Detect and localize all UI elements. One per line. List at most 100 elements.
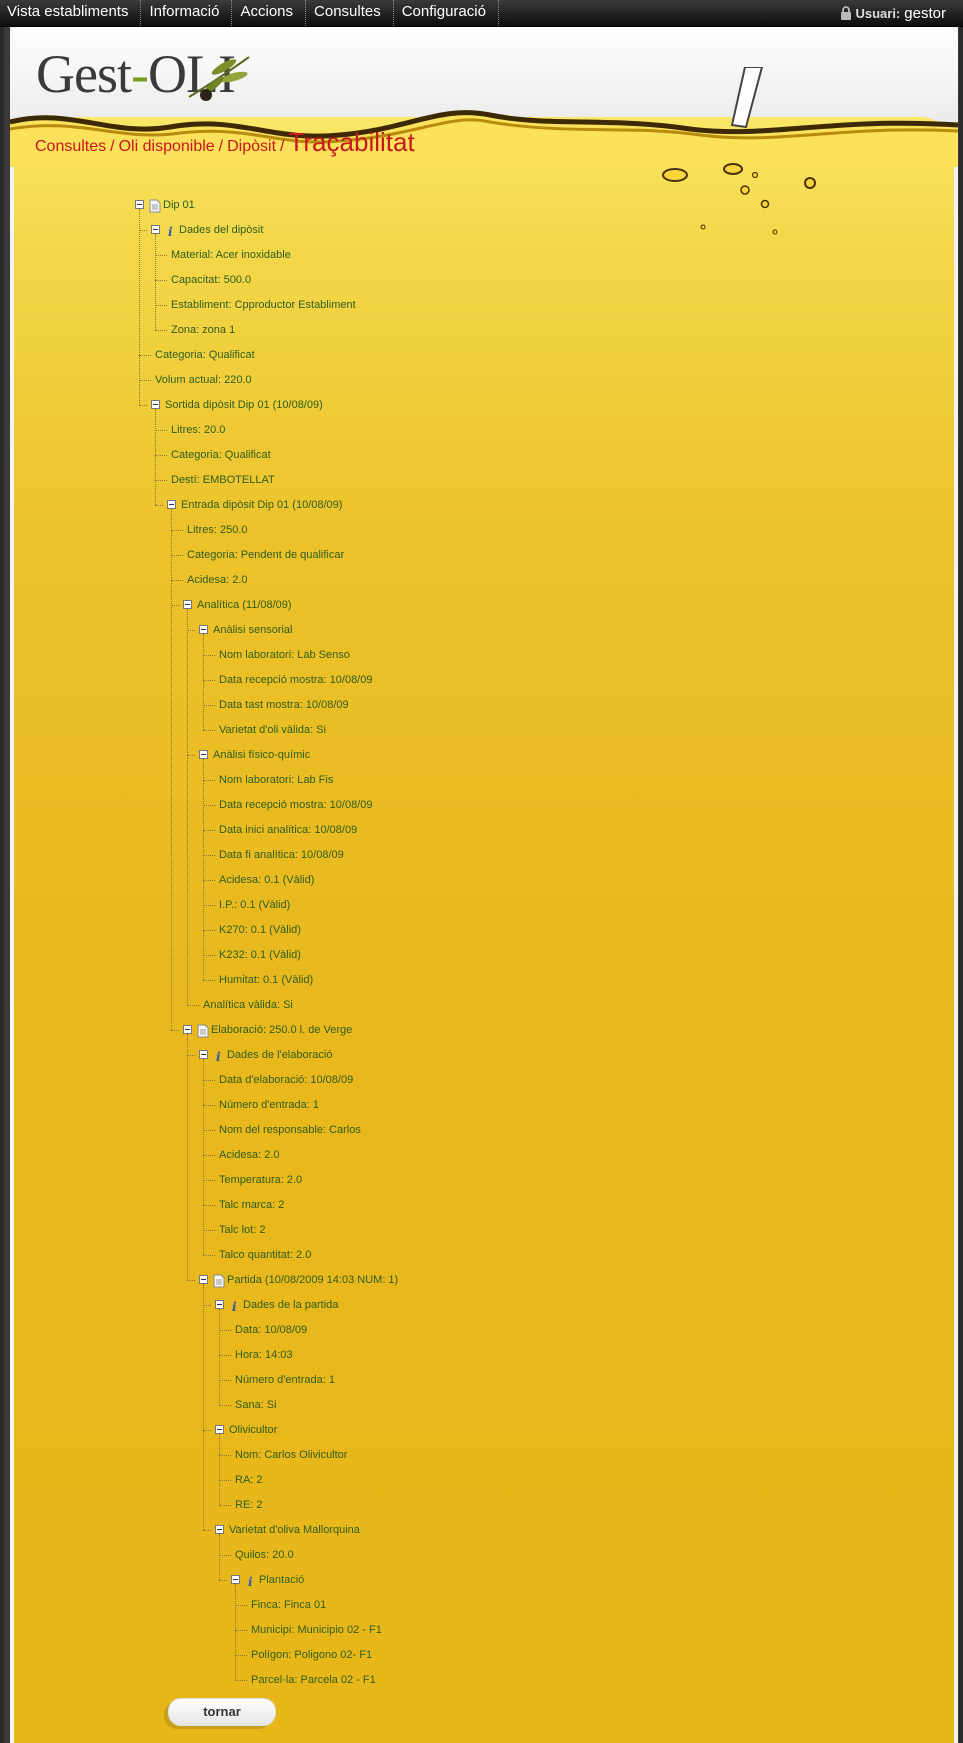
tree-connector [203, 955, 215, 956]
back-button[interactable]: tornar [168, 1698, 276, 1726]
tree-connector [219, 1405, 231, 1406]
menu-item-consultes[interactable]: Consultes [306, 0, 394, 26]
tree-connector [219, 1309, 220, 1405]
tree-connector [219, 1480, 231, 1481]
tree-connector [155, 255, 167, 256]
tree-leaf-node: Varietat d'oli vàlida: Si [219, 724, 327, 736]
user-label: Usuari: [855, 5, 901, 21]
menu-item-vista-establiments[interactable]: Vista establiments [0, 0, 142, 26]
tree-branch-node[interactable]: Entrada dipòsit Dip 01 (10/08/09) [181, 497, 342, 513]
menu-item-accions[interactable]: Accions [232, 0, 307, 26]
tree-leaf-node: Destí: EMBOTELLAT [171, 474, 275, 486]
tree-branch-node[interactable]: Plantació [259, 1572, 304, 1588]
collapse-toggle-icon[interactable] [199, 625, 208, 634]
tree-leaf-node: Talc marca: 2 [219, 1199, 285, 1211]
tree-leaf-node: Capacitat: 500.0 [171, 274, 252, 286]
tree-connector [235, 1584, 236, 1680]
tree-branch-node[interactable]: Olivicultor [229, 1422, 277, 1438]
collapse-toggle-icon[interactable] [199, 1050, 208, 1059]
tree-leaf-node: Humitat: 0.1 (Vàlid) [219, 974, 314, 986]
tree-leaf-node: Nom laboratori: Lab Fis [219, 774, 334, 786]
tree-connector [187, 1280, 195, 1281]
tree-connector [219, 1534, 220, 1580]
tree-connector [203, 1180, 215, 1181]
collapse-toggle-icon[interactable] [215, 1425, 224, 1434]
tree-leaf-node: Número d'entrada: 1 [235, 1374, 335, 1386]
tree-connector [171, 1030, 179, 1031]
tree-leaf-node: Data tast mostra: 10/08/09 [219, 699, 349, 711]
tree-connector [203, 1430, 211, 1431]
menu-item-informacio[interactable]: Informació [141, 0, 233, 26]
svg-text:i: i [232, 1300, 237, 1313]
collapse-toggle-icon[interactable] [199, 1275, 208, 1284]
tree-connector [235, 1680, 247, 1681]
tree-connector [203, 880, 215, 881]
tree-connector [203, 759, 204, 980]
tree-connector [155, 330, 167, 331]
document-icon [213, 1274, 225, 1288]
tree-connector [155, 305, 167, 306]
tree-leaf-node: Litres: 250.0 [187, 524, 248, 536]
tree-branch-node[interactable]: Varietat d'oliva Mallorquina [229, 1522, 360, 1538]
collapse-toggle-icon[interactable] [135, 200, 144, 209]
info-icon: i [216, 1050, 221, 1063]
collapse-toggle-icon[interactable] [231, 1575, 240, 1584]
tree-branch-node[interactable]: Elaboració: 250.0 l. de Verge [211, 1022, 352, 1038]
tree-leaf-node: Categoria: Qualificat [155, 349, 255, 361]
svg-text:i: i [216, 1050, 221, 1063]
tree-connector [155, 409, 156, 505]
collapse-toggle-icon[interactable] [151, 225, 160, 234]
tree-leaf-node: Nom laboratori: Lab Senso [219, 649, 350, 661]
traceability-tree: Dip 01 i Dades del dipòsit Material: Acer i… [10, 27, 958, 1727]
tree-leaf-node: Data recepció mostra: 10/08/09 [219, 674, 373, 686]
tree-connector [203, 830, 215, 831]
tree-connector [171, 555, 183, 556]
menu-item-configuracio[interactable]: Configuració [394, 0, 499, 26]
tree-connector [203, 634, 204, 730]
tree-leaf-node: Temperatura: 2.0 [219, 1174, 303, 1186]
tree-connector [155, 234, 156, 330]
tree-leaf-node: Número d'entrada: 1 [219, 1099, 319, 1111]
tree-leaf-node: Acidesa: 0.1 (Vàlid) [219, 874, 315, 886]
tree-leaf-node: Establiment: Cpproductor Establiment [171, 299, 356, 311]
tree-connector [203, 855, 215, 856]
content-area: Gest-OLI Consultes / Oli disponible / Dipòsi… [10, 27, 958, 1743]
collapse-toggle-icon[interactable] [215, 1300, 224, 1309]
tree-connector [187, 1005, 199, 1006]
collapse-toggle-icon[interactable] [215, 1525, 224, 1534]
collapse-toggle-icon[interactable] [167, 500, 176, 509]
tree-leaf-node: Volum actual: 220.0 [155, 374, 252, 386]
tree-connector [155, 480, 167, 481]
tree-branch-node[interactable]: Sortida dipòsit Dip 01 (10/08/09) [165, 397, 323, 413]
tree-branch-node[interactable]: Anàlisi sensorial [213, 622, 292, 638]
tree-connector [219, 1455, 231, 1456]
tree-connector [203, 980, 215, 981]
tree-branch-node[interactable]: Dip 01 [163, 197, 195, 213]
collapse-toggle-icon[interactable] [183, 600, 192, 609]
tree-branch-node[interactable]: Partida (10/08/2009 14:03 NUM: 1) [227, 1272, 398, 1288]
tree-branch-node[interactable]: Anàlisi físico-químic [213, 747, 310, 763]
tree-connector [139, 405, 147, 406]
tree-connector [203, 730, 215, 731]
tree-leaf-node: Material: Acer inoxidable [171, 249, 291, 261]
collapse-toggle-icon[interactable] [151, 400, 160, 409]
tree-branch-node[interactable]: Dades del dipòsit [179, 222, 263, 238]
tree-leaf-node: Nom del responsable: Carlos [219, 1124, 361, 1136]
tree-branch-node[interactable]: Dades de la partida [243, 1297, 338, 1313]
tree-leaf-node: Nom: Carlos Olivicultor [235, 1449, 348, 1461]
collapse-toggle-icon[interactable] [199, 750, 208, 759]
tree-connector [203, 1105, 215, 1106]
document-icon [197, 1024, 209, 1038]
tree-connector [203, 1155, 215, 1156]
tree-leaf-node: Data d'elaboració: 10/08/09 [219, 1074, 354, 1086]
tree-branch-node[interactable]: Analítica (11/08/09) [197, 597, 292, 613]
tree-leaf-node: Acidesa: 2.0 [219, 1149, 280, 1161]
collapse-toggle-icon[interactable] [183, 1025, 192, 1034]
document-icon [149, 199, 161, 213]
tree-connector [171, 530, 183, 531]
lock-icon [840, 6, 851, 20]
tree-leaf-node: Categoria: Pendent de qualificar [187, 549, 345, 561]
tree-branch-node[interactable]: Dades de l'elaboració [227, 1047, 332, 1063]
tree-connector [203, 780, 215, 781]
tree-connector [219, 1380, 231, 1381]
